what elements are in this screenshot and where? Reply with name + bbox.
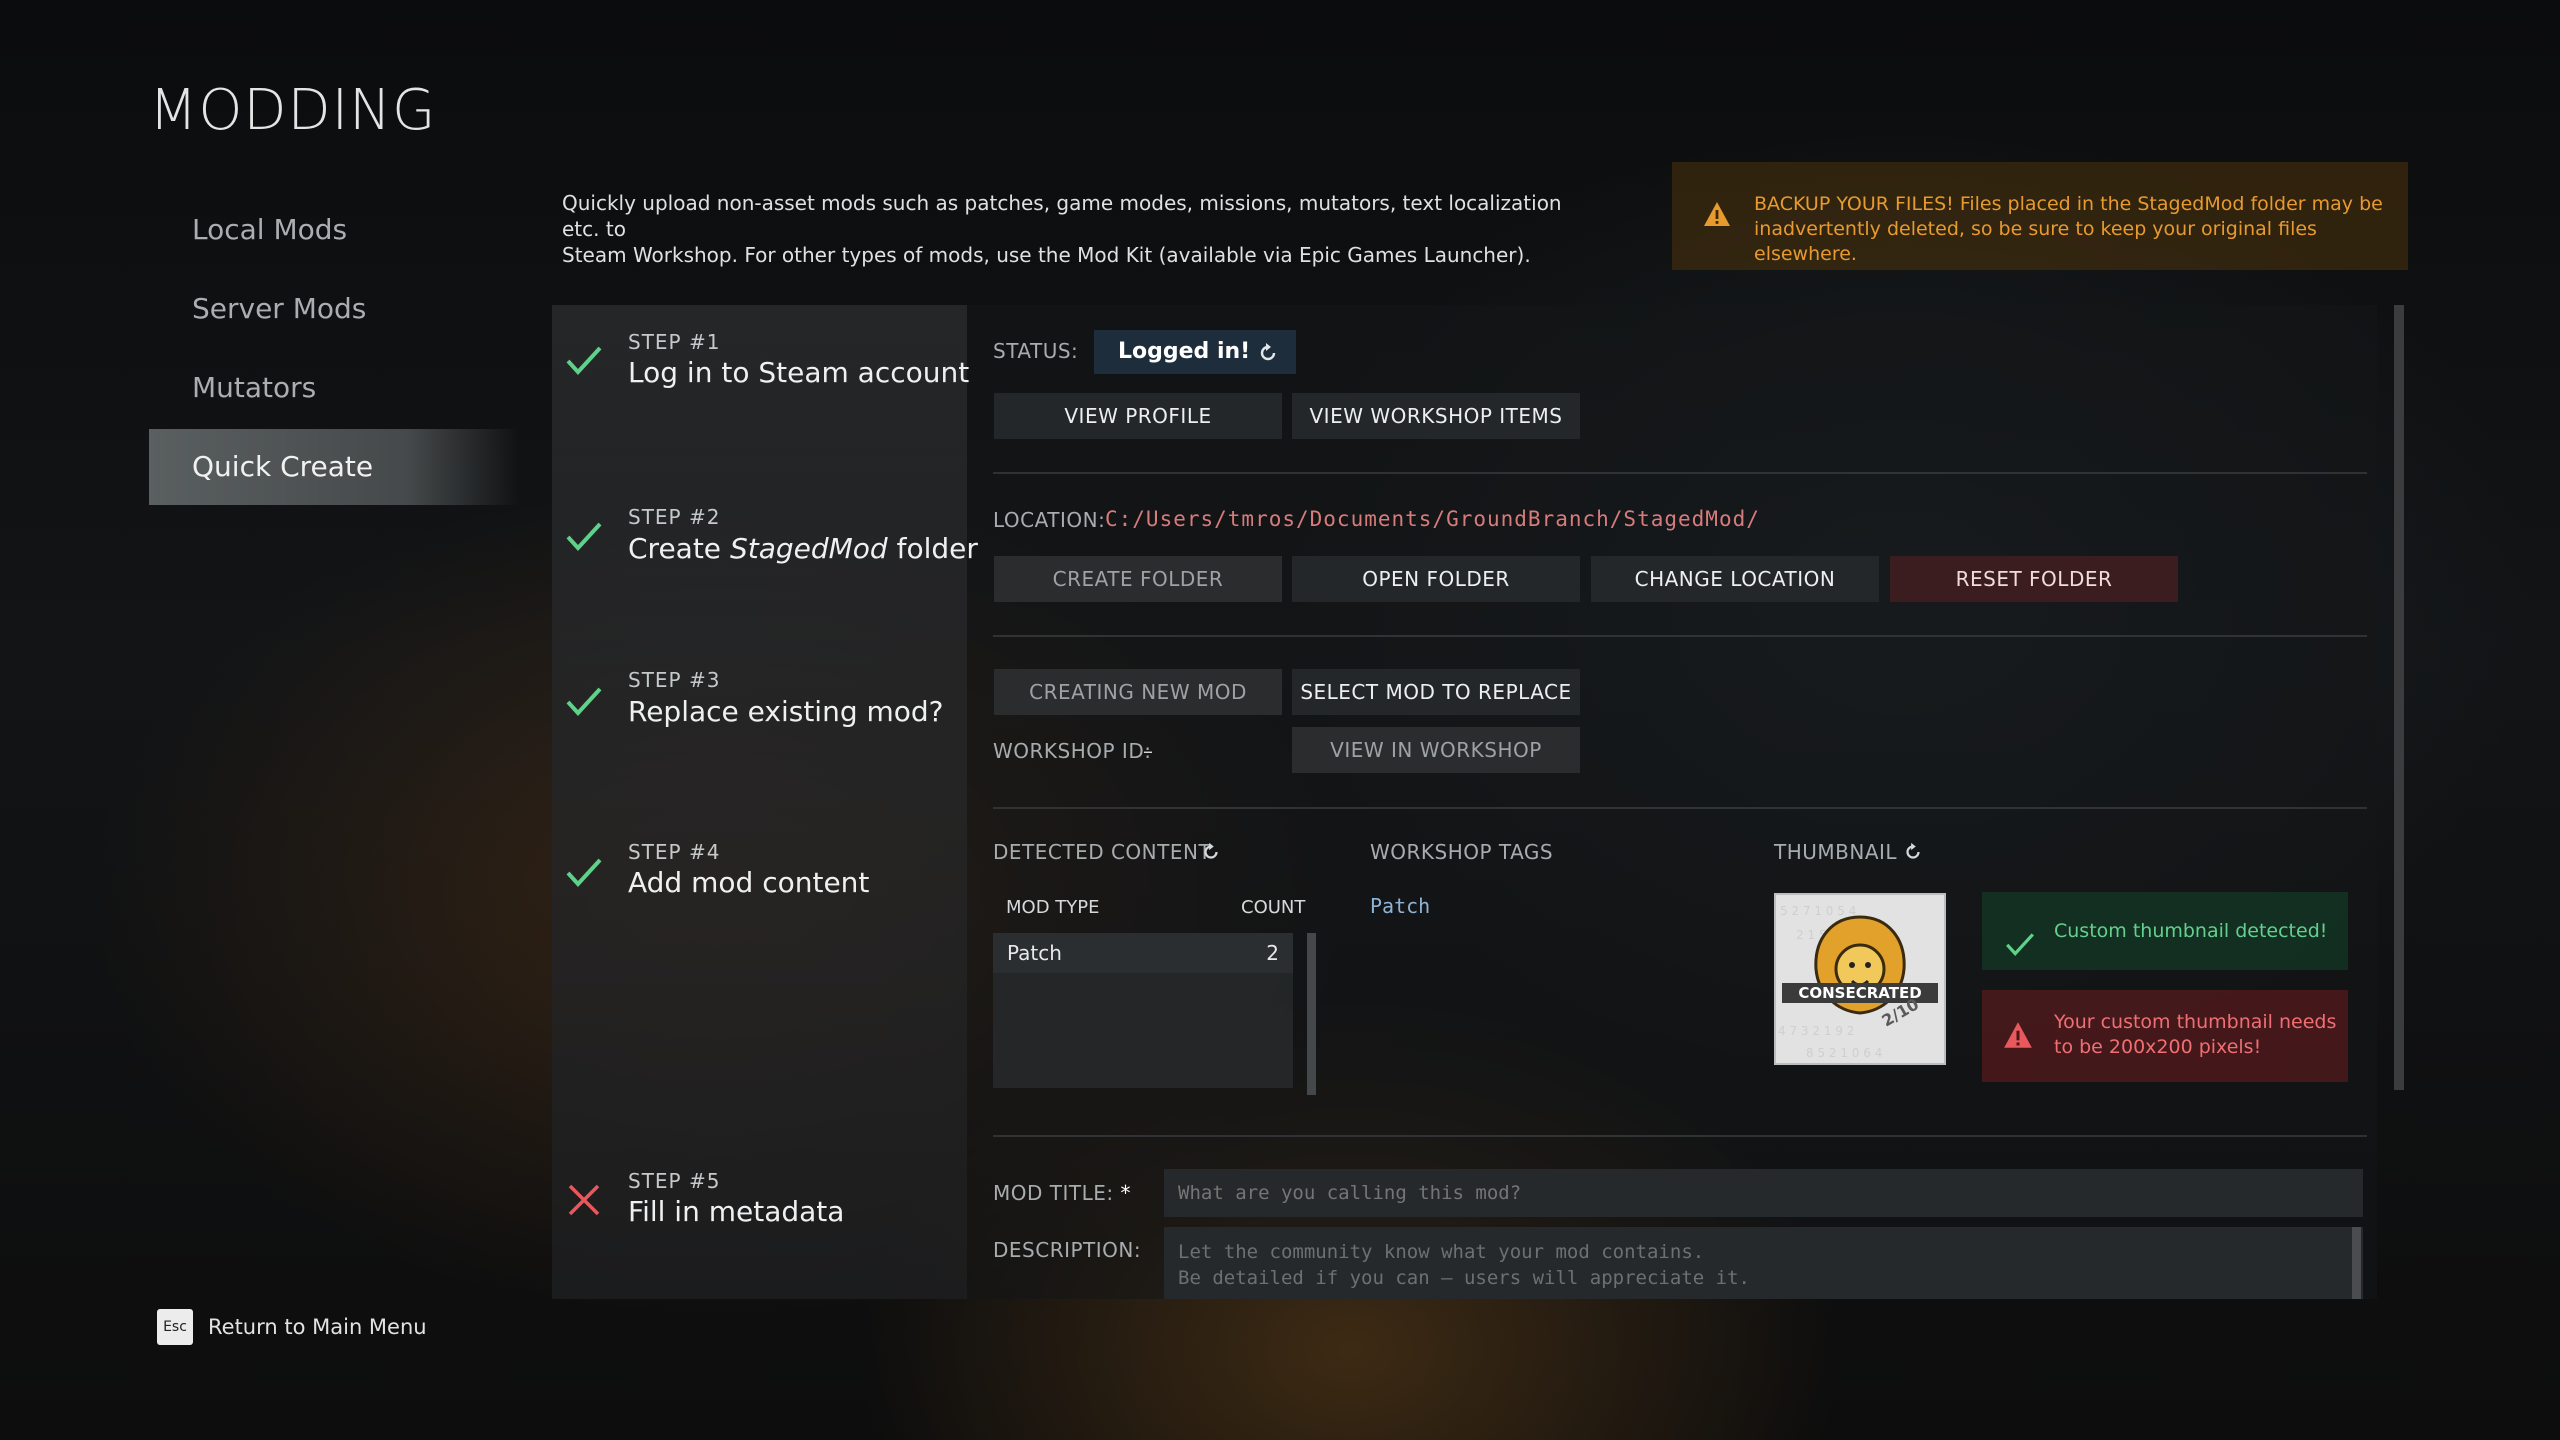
- status-label: STATUS:: [993, 339, 1079, 363]
- step-divider: [993, 1135, 2367, 1137]
- check-icon: [564, 854, 604, 894]
- esc-key-icon[interactable]: Esc: [157, 1309, 193, 1345]
- location-label: LOCATION:: [993, 508, 1106, 532]
- warning-line-2: inadvertently deleted, so be sure to kee…: [1754, 218, 2317, 265]
- description-scrollbar[interactable]: [2352, 1227, 2361, 1299]
- login-status: Logged in!: [1094, 330, 1296, 374]
- check-icon: [564, 683, 604, 723]
- intro-line-1: Quickly upload non-asset mods such as pa…: [562, 191, 1562, 241]
- thumbnail-ok-text: Custom thumbnail detected!: [2054, 920, 2328, 942]
- mod-title-label-text: MOD TITLE:: [993, 1181, 1114, 1205]
- login-status-text: Logged in!: [1118, 339, 1251, 364]
- sidebar-item-local-mods[interactable]: Local Mods: [149, 192, 519, 268]
- steps-content: [967, 305, 2377, 1299]
- step-2-title-pre: Create: [628, 532, 730, 565]
- description-label: DESCRIPTION:: [993, 1238, 1142, 1262]
- step-2-title-em: StagedMod: [729, 532, 888, 565]
- view-profile-button[interactable]: VIEW PROFILE: [994, 393, 1282, 439]
- step-5-number: STEP #5: [628, 1169, 721, 1193]
- step-4-title: Add mod content: [628, 866, 870, 899]
- select-mod-to-replace-button[interactable]: SELECT MOD TO REPLACE: [1292, 669, 1580, 715]
- count-cell: 2: [1266, 941, 1279, 965]
- creating-new-mod-button[interactable]: CREATING NEW MOD: [994, 669, 1282, 715]
- sidebar-item-server-mods[interactable]: Server Mods: [149, 271, 519, 347]
- refresh-icon[interactable]: [1200, 841, 1222, 867]
- svg-text:4 7 3 2 1 9 2: 4 7 3 2 1 9 2: [1778, 1024, 1854, 1038]
- table-row[interactable]: Patch 2: [993, 933, 1293, 973]
- mod-type-column-header: MOD TYPE: [1006, 897, 1100, 918]
- step-2-title: Create StagedMod folder: [628, 532, 978, 565]
- step-1-title: Log in to Steam account: [628, 356, 970, 389]
- workshop-tags-label: WORKSHOP TAGS: [1370, 840, 1554, 864]
- warning-line-1: BACKUP YOUR FILES! Files placed in the S…: [1754, 193, 2383, 215]
- table-body: [993, 973, 1293, 1088]
- mod-title-input[interactable]: [1164, 1169, 2363, 1217]
- count-column-header: COUNT: [1241, 897, 1306, 918]
- thumbnail-error-line-1: Your custom thumbnail needs: [2054, 1011, 2337, 1033]
- thumbnail-error-message: Your custom thumbnail needs to be 200x20…: [1982, 990, 2348, 1082]
- steps-column: [552, 305, 967, 1299]
- svg-text:8 5 2 1 0 6 4: 8 5 2 1 0 6 4: [1806, 1046, 1882, 1060]
- svg-text:5 2 7 1 0 5 4: 5 2 7 1 0 5 4: [1780, 904, 1856, 918]
- warning-icon: [2002, 1020, 2034, 1057]
- step-divider: [993, 807, 2367, 809]
- location-path: C:/Users/tmros/Documents/GroundBranch/St…: [1105, 507, 1760, 531]
- change-location-button[interactable]: CHANGE LOCATION: [1591, 556, 1879, 602]
- step-divider: [993, 472, 2367, 474]
- description-placeholder-line-2: Be detailed if you can – users will appr…: [1178, 1267, 1750, 1289]
- open-folder-button[interactable]: OPEN FOLDER: [1292, 556, 1580, 602]
- workshop-id-label: WORKSHOP ID:: [993, 739, 1152, 763]
- sidebar-item-mutators[interactable]: Mutators: [149, 350, 519, 426]
- content-scrollbar[interactable]: [2394, 305, 2404, 1090]
- backup-warning: BACKUP YOUR FILES! Files placed in the S…: [1672, 162, 2408, 270]
- workshop-tag: Patch: [1370, 894, 1431, 918]
- step-3-title: Replace existing mod?: [628, 695, 944, 728]
- step-4-number: STEP #4: [628, 840, 721, 864]
- step-divider: [993, 635, 2367, 637]
- thumbnail-image: 5 2 7 1 0 5 42 1 5 9 8 7 2 4 7 3 2 1 9 2…: [1774, 893, 1946, 1065]
- thumbnail-ok-message: Custom thumbnail detected!: [1982, 892, 2348, 970]
- mod-title-label: MOD TITLE: *: [993, 1181, 1131, 1205]
- workshop-id-value: –: [1143, 739, 1154, 763]
- description-textarea[interactable]: Let the community know what your mod con…: [1164, 1227, 2363, 1299]
- lion-logo-icon: 5 2 7 1 0 5 42 1 5 9 8 7 2 4 7 3 2 1 9 2…: [1776, 895, 1944, 1063]
- return-to-main-menu-link[interactable]: Return to Main Menu: [208, 1315, 427, 1339]
- reset-folder-button[interactable]: RESET FOLDER: [1890, 556, 2178, 602]
- sidebar-item-quick-create[interactable]: Quick Create: [149, 429, 519, 505]
- step-2-title-post: folder: [887, 532, 978, 565]
- view-in-workshop-button[interactable]: VIEW IN WORKSHOP: [1292, 727, 1580, 773]
- required-marker: *: [1120, 1181, 1131, 1205]
- cross-icon: [564, 1180, 604, 1224]
- check-icon: [564, 342, 604, 382]
- thumbnail-error-line-2: to be 200x200 pixels!: [2054, 1036, 2262, 1058]
- refresh-icon[interactable]: [1902, 841, 1924, 867]
- intro-line-2: Steam Workshop. For other types of mods,…: [562, 243, 1531, 267]
- check-icon: [564, 518, 604, 558]
- step-5-title: Fill in metadata: [628, 1195, 845, 1228]
- refresh-icon[interactable]: [1256, 331, 1280, 375]
- create-folder-button[interactable]: CREATE FOLDER: [994, 556, 1282, 602]
- step-2-number: STEP #2: [628, 505, 721, 529]
- check-icon: [2004, 914, 2036, 992]
- table-scrollbar[interactable]: [1307, 933, 1316, 1095]
- intro-text: Quickly upload non-asset mods such as pa…: [562, 190, 1562, 268]
- detected-content-label: DETECTED CONTENT: [993, 840, 1212, 864]
- mod-type-cell: Patch: [1007, 941, 1062, 965]
- warning-icon: [1702, 200, 1732, 235]
- description-placeholder-line-1: Let the community know what your mod con…: [1178, 1241, 1705, 1263]
- step-3-number: STEP #3: [628, 668, 721, 692]
- page-title: MODDING: [149, 78, 437, 143]
- view-workshop-items-button[interactable]: VIEW WORKSHOP ITEMS: [1292, 393, 1580, 439]
- thumbnail-label: THUMBNAIL: [1774, 840, 1898, 864]
- step-1-number: STEP #1: [628, 330, 721, 354]
